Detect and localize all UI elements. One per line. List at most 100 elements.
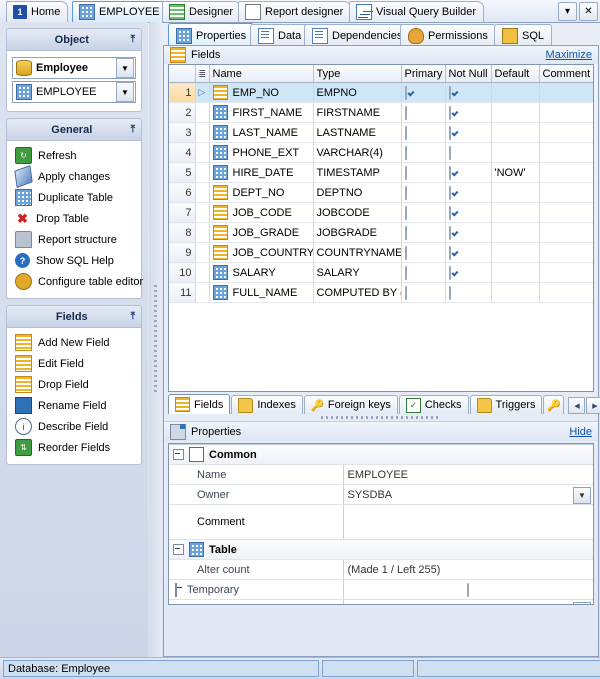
cell-type[interactable]: TIMESTAMP xyxy=(313,162,402,183)
property-row-alter-count[interactable]: Alter count (Made 1 / Left 255) xyxy=(169,559,593,580)
subtab-foreign-keys[interactable]: 🔑 Foreign keys xyxy=(303,395,398,414)
cell-default[interactable] xyxy=(491,182,540,203)
close-button[interactable]: ✕ xyxy=(579,2,598,21)
panel-general-header[interactable]: General ⤒ xyxy=(6,118,142,141)
action-refresh[interactable]: ↻ Refresh xyxy=(12,145,136,166)
cell-notnull[interactable] xyxy=(445,162,492,183)
cell-comment[interactable] xyxy=(539,82,593,103)
cell-default[interactable] xyxy=(491,242,540,263)
action-reorder-fields[interactable]: ⇅ Reorder Fields xyxy=(12,437,136,458)
cell-primary[interactable] xyxy=(401,282,446,303)
chevron-down-icon[interactable]: ▼ xyxy=(116,82,134,102)
collapse-expander-icon[interactable] xyxy=(173,449,184,460)
cell-name[interactable]: FIRST_NAME xyxy=(209,102,314,123)
cell-primary[interactable] xyxy=(401,222,446,243)
primary-checkbox[interactable] xyxy=(404,205,407,220)
cell-primary[interactable] xyxy=(401,102,446,123)
database-combo[interactable]: Employee ▼ xyxy=(12,57,136,79)
fields-grid[interactable]: ≣ Name Type Primary Not Null Default Com… xyxy=(168,64,594,392)
primary-checkbox[interactable] xyxy=(404,105,407,120)
action-configure-table-editor[interactable]: Configure table editor xyxy=(12,271,143,292)
property-value[interactable]: EMPLOYEE xyxy=(342,464,593,485)
table-row[interactable]: 8 JOB_GRADE JOBGRADE xyxy=(169,222,593,243)
cell-type[interactable]: JOBGRADE xyxy=(313,222,402,243)
cell-type[interactable]: EMPNO xyxy=(313,82,402,103)
cell-comment[interactable] xyxy=(539,262,593,283)
cell-notnull[interactable] xyxy=(445,102,492,123)
primary-checkbox[interactable] xyxy=(404,185,407,200)
primary-checkbox[interactable] xyxy=(404,245,407,260)
cell-notnull[interactable] xyxy=(445,282,492,303)
notnull-checkbox[interactable] xyxy=(448,265,451,280)
hide-link[interactable]: Hide xyxy=(569,426,592,438)
table-row[interactable]: 3 LAST_NAME LASTNAME xyxy=(169,122,593,143)
cell-primary[interactable] xyxy=(401,122,446,143)
cell-type[interactable]: VARCHAR(4) xyxy=(313,142,402,163)
chevron-down-icon[interactable]: ▼ xyxy=(116,58,134,78)
cell-name[interactable]: LAST_NAME xyxy=(209,122,314,143)
subtab-indexes[interactable]: Indexes xyxy=(231,395,303,414)
top-tab-home[interactable]: 1 Home xyxy=(6,1,69,22)
property-value[interactable] xyxy=(342,504,593,540)
subtab-fields[interactable]: Fields xyxy=(168,394,231,414)
property-row-name[interactable]: Name EMPLOYEE xyxy=(169,464,593,485)
temporary-checkbox[interactable] xyxy=(467,582,470,597)
primary-checkbox[interactable] xyxy=(404,165,407,180)
action-drop-table[interactable]: ✖ Drop Table xyxy=(12,208,136,229)
table-row[interactable]: 6 DEPT_NO DEPTNO xyxy=(169,182,593,203)
primary-checkbox[interactable] xyxy=(404,285,407,300)
cell-primary[interactable] xyxy=(401,82,446,103)
action-show-sql-help[interactable]: ? Show SQL Help xyxy=(12,250,136,271)
section-common-header[interactable]: Common xyxy=(169,444,593,465)
table-row[interactable]: 7 JOB_CODE JOBCODE xyxy=(169,202,593,223)
cell-primary[interactable] xyxy=(401,262,446,283)
cell-type[interactable]: JOBCODE xyxy=(313,202,402,223)
table-row[interactable]: 5 HIRE_DATE TIMESTAMP 'NOW' xyxy=(169,162,593,183)
cell-primary[interactable] xyxy=(401,162,446,183)
col-rownum[interactable] xyxy=(169,65,196,83)
cell-default[interactable]: 'NOW' xyxy=(491,162,540,183)
subtab-checks[interactable]: ✓ Checks xyxy=(398,395,469,414)
cell-name[interactable]: JOB_CODE xyxy=(209,202,314,223)
top-tab-designer[interactable]: Designer xyxy=(162,1,242,22)
cell-default[interactable] xyxy=(491,122,540,143)
tab-list-dropdown-button[interactable]: ▾ xyxy=(558,2,577,21)
primary-checkbox[interactable] xyxy=(404,225,407,240)
cell-notnull[interactable] xyxy=(445,222,492,243)
primary-checkbox[interactable] xyxy=(404,145,407,160)
cell-comment[interactable] xyxy=(539,162,593,183)
notnull-checkbox[interactable] xyxy=(448,105,451,120)
table-row[interactable]: 1 ▷ EMP_NO EMPNO xyxy=(169,82,593,103)
cell-primary[interactable] xyxy=(401,242,446,263)
horizontal-splitter[interactable] xyxy=(168,414,594,421)
chevron-up-icon[interactable]: ⤒ xyxy=(131,124,135,135)
notnull-checkbox[interactable] xyxy=(448,125,451,140)
tab-properties[interactable]: Properties xyxy=(168,23,255,47)
cell-comment[interactable] xyxy=(539,182,593,203)
section-table-header[interactable]: Table xyxy=(169,539,593,560)
properties-table-wrap[interactable]: Common Name EMPLOYEE Owner SYSDBA ▼ Comm… xyxy=(168,443,594,605)
col-type[interactable]: Type xyxy=(313,65,402,83)
subtab-triggers[interactable]: Triggers xyxy=(469,395,543,414)
action-add-new-field[interactable]: Add New Field xyxy=(12,332,136,353)
cell-notnull[interactable] xyxy=(445,122,492,143)
property-row-owner[interactable]: Owner SYSDBA ▼ xyxy=(169,484,593,505)
cell-default[interactable] xyxy=(491,82,540,103)
action-describe-field[interactable]: i Describe Field xyxy=(12,416,136,437)
section-table[interactable]: Table xyxy=(169,539,593,560)
cell-notnull[interactable] xyxy=(445,262,492,283)
col-default[interactable]: Default xyxy=(491,65,540,83)
top-tab-visual-query-builder[interactable]: Visual Query Builder xyxy=(349,1,485,22)
table-row[interactable]: 2 FIRST_NAME FIRSTNAME xyxy=(169,102,593,123)
cell-default[interactable] xyxy=(491,202,540,223)
action-report-structure[interactable]: Report structure xyxy=(12,229,136,250)
notnull-checkbox[interactable] xyxy=(448,285,451,300)
cell-comment[interactable] xyxy=(539,202,593,223)
cell-name[interactable]: SALARY xyxy=(209,262,314,283)
primary-checkbox[interactable] xyxy=(404,265,407,280)
cell-notnull[interactable] xyxy=(445,142,492,163)
table-row[interactable]: 10 SALARY SALARY xyxy=(169,262,593,283)
cell-name[interactable]: DEPT_NO xyxy=(209,182,314,203)
table-row[interactable]: 4 PHONE_EXT VARCHAR(4) xyxy=(169,142,593,163)
top-tab-report-designer[interactable]: Report designer xyxy=(238,1,352,22)
